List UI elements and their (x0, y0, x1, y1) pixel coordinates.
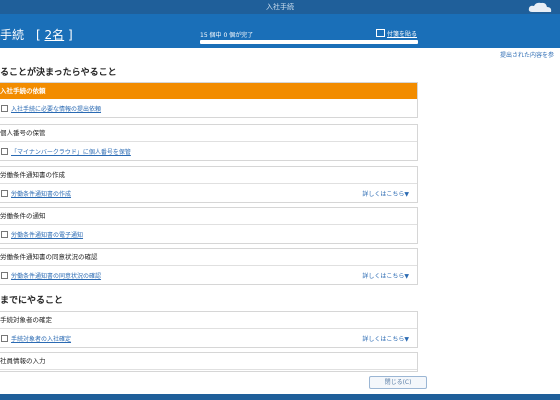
task-checkbox[interactable] (1, 335, 8, 342)
task-link[interactable]: 手続対象者の入社確定 (11, 334, 71, 343)
sticky-note-label: 付箋を貼る (387, 31, 418, 38)
task-row: 労働条件通知書の電子通知 (0, 225, 417, 243)
task-card-labor-notify: 労働条件の通知 労働条件通知書の電子通知 (0, 207, 418, 244)
task-checkbox[interactable] (1, 148, 8, 155)
count-close-bracket: ] (67, 28, 73, 42)
sticky-note-icon (376, 29, 385, 37)
sticky-note-button[interactable]: 付箋を貼る (376, 29, 417, 38)
window-titlebar: 入社手続 (0, 0, 560, 14)
details-toggle[interactable]: 詳しくはこちら▼ (362, 189, 409, 198)
submitted-content-link[interactable]: 提出された内容を参 (500, 50, 554, 59)
task-row: 労働条件通知書の同意状況の確認 詳しくはこちら▼ (0, 266, 417, 284)
task-card-employee-info: 社員情報の入力 (0, 352, 418, 372)
card-title: 社員情報の入力 (0, 353, 417, 370)
close-button[interactable]: 閉じる(C) (369, 376, 427, 389)
card-title: 労働条件通知書の同意状況の確認 (0, 249, 417, 266)
task-row: 労働条件通知書の作成 詳しくはこちら▼ (0, 184, 417, 202)
employee-count-link[interactable]: 2名 (45, 28, 65, 42)
progress-bar (200, 40, 418, 44)
page-title: 手続 (0, 28, 25, 42)
details-toggle[interactable]: 詳しくはこちら▼ (362, 271, 409, 280)
task-card-target-confirm: 手続対象者の確定 手続対象者の入社確定 詳しくはこちら▼ (0, 311, 418, 348)
task-checkbox[interactable] (1, 231, 8, 238)
task-checkbox[interactable] (1, 272, 8, 279)
employee-count: [ 2名 ] (36, 26, 73, 43)
section-heading-on-decision: ることが決まったらやること (0, 68, 117, 78)
task-row: 「マイナンバークラウド」に個人番号を保管 (0, 142, 417, 160)
task-row: 入社手続に必要な情報の提出依頼 (0, 99, 417, 117)
task-card-labor-create: 労働条件通知書の作成 労働条件通知書の作成 詳しくはこちら▼ (0, 166, 418, 203)
task-card-request: 入社手続の依頼 入社手続に必要な情報の提出依頼 (0, 82, 418, 118)
window-title: 入社手続 (266, 3, 294, 11)
progress-text: 15 個中 0 個が完了 (200, 32, 254, 39)
details-toggle[interactable]: 詳しくはこちら▼ (362, 334, 409, 343)
section-heading-before-join: までにやること (0, 296, 64, 306)
task-checkbox[interactable] (1, 190, 8, 197)
card-title: 労働条件通知書の作成 (0, 167, 417, 184)
task-link[interactable]: 「マイナンバークラウド」に個人番号を保管 (11, 147, 131, 156)
page-header: 手続 [ 2名 ] 15 個中 0 個が完了 付箋を貼る (0, 14, 560, 48)
cloud-logo-icon (528, 2, 552, 12)
card-title: 労働条件の通知 (0, 208, 417, 225)
count-open-bracket: [ (36, 28, 41, 42)
card-title: 個人番号の保管 (0, 125, 417, 142)
task-link[interactable]: 入社手続に必要な情報の提出依頼 (11, 104, 101, 113)
task-link[interactable]: 労働条件通知書の同意状況の確認 (11, 271, 101, 280)
card-title: 入社手続の依頼 (0, 83, 417, 99)
task-card-labor-consent: 労働条件通知書の同意状況の確認 労働条件通知書の同意状況の確認 詳しくはこちら▼ (0, 248, 418, 285)
task-link[interactable]: 労働条件通知書の作成 (11, 189, 71, 198)
task-row: 手続対象者の入社確定 詳しくはこちら▼ (0, 329, 417, 347)
card-title: 手続対象者の確定 (0, 312, 417, 329)
task-card-mynumber: 個人番号の保管 「マイナンバークラウド」に個人番号を保管 (0, 124, 418, 161)
window-footer (0, 394, 560, 400)
task-checkbox[interactable] (1, 105, 8, 112)
task-link[interactable]: 労働条件通知書の電子通知 (11, 230, 83, 239)
